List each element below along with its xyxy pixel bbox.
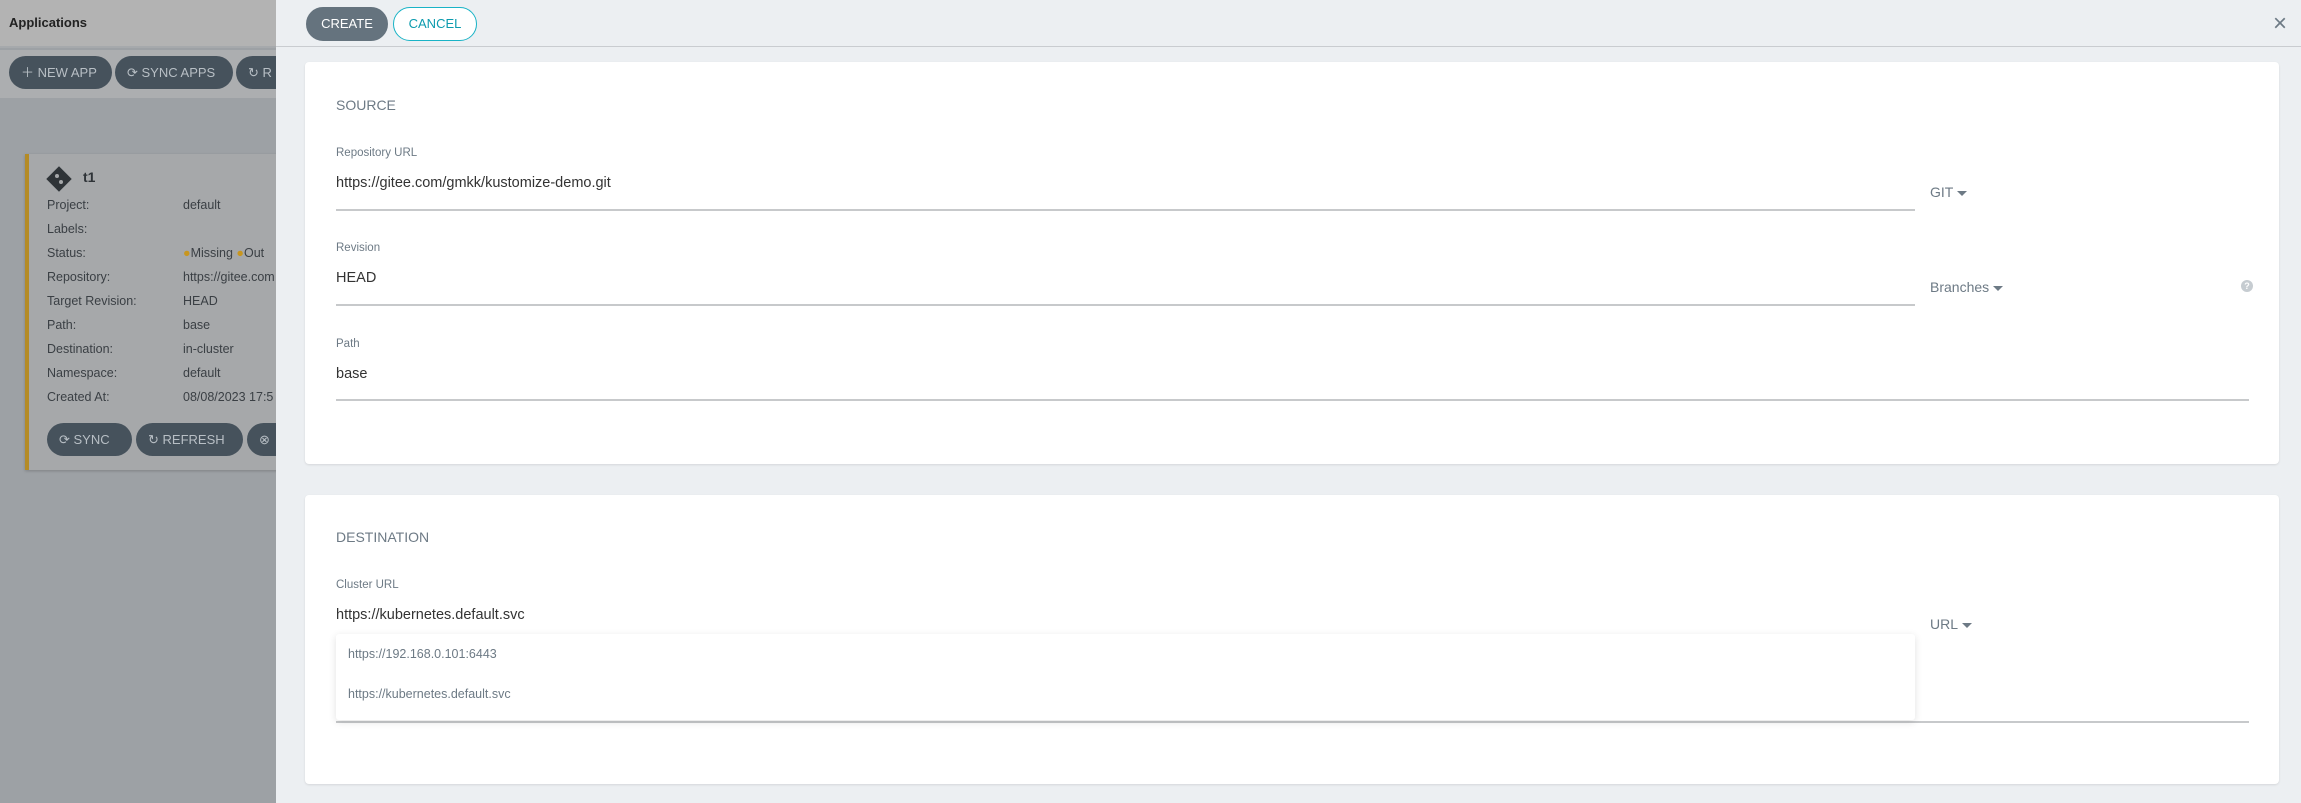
path-underline bbox=[336, 399, 2249, 401]
destination-section: DESTINATION Cluster URL https://kubernet… bbox=[305, 495, 2279, 784]
dropdown-option[interactable]: https://kubernetes.default.svc bbox=[348, 687, 511, 701]
sync-button[interactable]: ⟳ SYNC bbox=[47, 423, 132, 456]
cluster-url-dropdown: https://192.168.0.101:6443 https://kuber… bbox=[336, 634, 1915, 720]
caret-down-icon bbox=[1962, 622, 1973, 628]
path-field-label: Path bbox=[336, 338, 360, 350]
app-name: t1 bbox=[83, 169, 96, 185]
destination-value: in-cluster bbox=[183, 342, 234, 356]
project-value: default bbox=[183, 198, 221, 212]
out-of-sync-icon: ● bbox=[236, 246, 244, 260]
git-icon bbox=[46, 166, 72, 192]
cluster-url-underline bbox=[336, 721, 2249, 723]
created-at-label: Created At: bbox=[47, 390, 110, 404]
cancel-button[interactable]: CANCEL bbox=[393, 7, 477, 41]
new-app-button[interactable]: ＋ NEW APP bbox=[9, 56, 112, 89]
repo-url-underline bbox=[336, 209, 1915, 211]
cluster-url-label: Cluster URL bbox=[336, 579, 399, 591]
delete-icon: ⊗ bbox=[259, 432, 270, 447]
target-revision-label: Target Revision: bbox=[47, 294, 137, 308]
missing-icon: ● bbox=[183, 246, 191, 260]
refresh-label: REFRESH bbox=[162, 432, 225, 447]
close-icon[interactable]: × bbox=[2273, 10, 2287, 38]
sync-label: SYNC bbox=[73, 432, 110, 447]
caret-down-icon bbox=[1993, 285, 2004, 291]
toolbar: ＋ NEW APP ⟳ SYNC APPS ↻ R bbox=[0, 50, 296, 98]
dropdown-option[interactable]: https://192.168.0.101:6443 bbox=[348, 647, 497, 661]
status-value: ●Missing ●Out bbox=[183, 246, 264, 260]
caret-down-icon bbox=[1957, 190, 1968, 196]
refresh-button[interactable]: ↻ REFRESH bbox=[136, 423, 243, 456]
source-section: SOURCE Repository URL https://gitee.com/… bbox=[305, 62, 2279, 464]
repo-type-value: GIT bbox=[1930, 184, 1954, 200]
cluster-type-select[interactable]: URL bbox=[1930, 616, 1973, 632]
path-value: base bbox=[183, 318, 211, 332]
path-input[interactable]: base bbox=[336, 366, 367, 382]
app-card-t1[interactable]: t1 Project: default Labels: Status: ●Mis… bbox=[25, 154, 307, 470]
destination-label: Destination: bbox=[47, 342, 114, 356]
cluster-type-value: URL bbox=[1930, 616, 1959, 632]
created-at-value: 08/08/2023 17:5 bbox=[183, 390, 274, 404]
sync-status: Out bbox=[243, 246, 265, 260]
repository-label: Repository: bbox=[47, 270, 111, 284]
revision-underline bbox=[336, 304, 1915, 306]
namespace-value: default bbox=[183, 366, 221, 380]
page-title: Applications bbox=[9, 15, 88, 30]
sync-apps-button[interactable]: ⟳ SYNC APPS bbox=[115, 56, 233, 89]
project-label: Project: bbox=[47, 198, 90, 212]
new-app-label: NEW APP bbox=[37, 65, 97, 80]
destination-title: DESTINATION bbox=[336, 529, 430, 545]
revision-type-select[interactable]: Branches bbox=[1930, 279, 2004, 295]
help-icon[interactable]: ? bbox=[2241, 280, 2253, 292]
repo-type-select[interactable]: GIT bbox=[1930, 184, 1968, 200]
refresh-apps-label: R bbox=[262, 65, 272, 80]
source-title: SOURCE bbox=[336, 97, 396, 113]
labels-label: Labels: bbox=[47, 222, 88, 236]
revision-label: Revision bbox=[336, 242, 381, 254]
path-label: Path: bbox=[47, 318, 77, 332]
repo-url-label: Repository URL bbox=[336, 147, 418, 159]
create-app-panel: CREATE CANCEL × SOURCE Repository URL ht… bbox=[276, 0, 2301, 803]
status-label: Status: bbox=[47, 246, 86, 260]
sync-apps-label: SYNC APPS bbox=[141, 65, 216, 80]
repository-value: https://gitee.com bbox=[183, 270, 275, 284]
cluster-url-input[interactable]: https://kubernetes.default.svc bbox=[336, 607, 525, 623]
health-status: Missing bbox=[190, 246, 233, 260]
revision-type-value: Branches bbox=[1930, 279, 1990, 295]
target-revision-value: HEAD bbox=[183, 294, 218, 308]
panel-header: CREATE CANCEL × bbox=[276, 0, 2301, 47]
revision-input[interactable]: HEAD bbox=[336, 270, 376, 286]
namespace-label: Namespace: bbox=[47, 366, 118, 380]
create-button[interactable]: CREATE bbox=[306, 7, 388, 41]
repo-url-input[interactable]: https://gitee.com/gmkk/kustomize-demo.gi… bbox=[336, 175, 611, 191]
